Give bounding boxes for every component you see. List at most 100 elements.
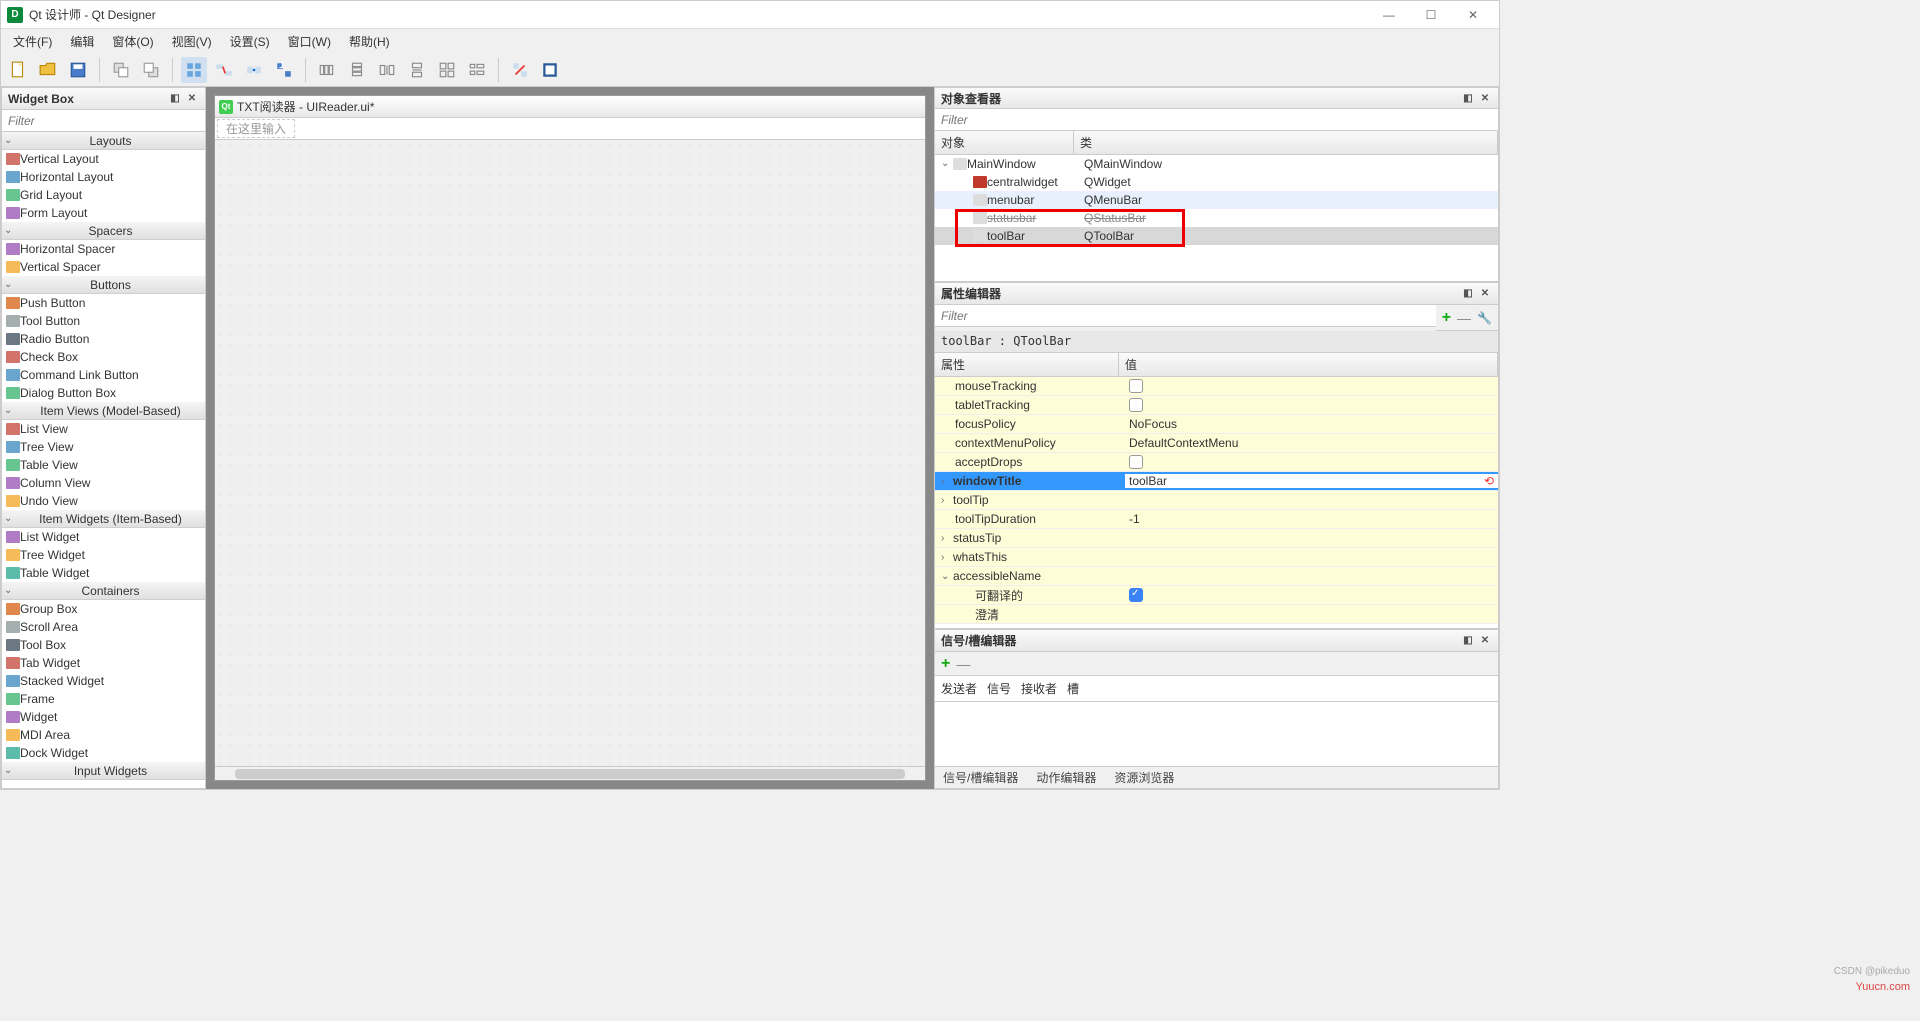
column-signal[interactable]: 信号 (987, 680, 1011, 697)
property-row[interactable]: mouseTracking (935, 377, 1498, 396)
menu-help[interactable]: 帮助(H) (341, 31, 398, 52)
property-row[interactable]: 可翻译的 (935, 586, 1498, 605)
widget-item[interactable]: Tab Widget (2, 654, 205, 672)
form-canvas[interactable] (215, 140, 925, 766)
category-header[interactable]: ⌄Item Views (Model-Based) (2, 402, 205, 420)
form-toolbar[interactable]: 在这里输入 (215, 118, 925, 140)
menu-edit[interactable]: 编辑 (62, 31, 102, 52)
float-icon[interactable]: ◧ (1461, 634, 1475, 648)
property-row[interactable]: toolTipDuration-1 (935, 510, 1498, 529)
layout-hsplit-icon[interactable] (374, 57, 400, 83)
widget-tree[interactable]: ⌄Layouts Vertical Layout Horizontal Layo… (2, 132, 205, 788)
widget-item[interactable]: Group Box (2, 600, 205, 618)
property-row[interactable]: acceptDrops (935, 453, 1498, 472)
widget-item[interactable]: Grid Layout (2, 186, 205, 204)
property-row[interactable]: ›windowTitle⟲ (935, 472, 1498, 491)
form-window[interactable]: Qt TXT阅读器 - UIReader.ui* 在这里输入 (214, 95, 926, 781)
widget-item[interactable]: Horizontal Spacer (2, 240, 205, 258)
widget-item[interactable]: Stacked Widget (2, 672, 205, 690)
widget-item[interactable]: Vertical Layout (2, 150, 205, 168)
column-value[interactable]: 值 (1119, 353, 1498, 376)
close-icon[interactable]: ✕ (185, 92, 199, 106)
object-inspector-filter[interactable] (935, 109, 1498, 130)
reset-icon[interactable]: ⟲ (1484, 474, 1494, 488)
widget-item[interactable]: Dialog Button Box (2, 384, 205, 402)
edit-signals-icon[interactable] (211, 57, 237, 83)
property-row[interactable]: ›statusTip (935, 529, 1498, 548)
widget-item[interactable]: Dock Widget (2, 744, 205, 762)
category-header[interactable]: ⌄Buttons (2, 276, 205, 294)
open-file-icon[interactable] (35, 57, 61, 83)
layout-vsplit-icon[interactable] (404, 57, 430, 83)
checkbox-icon[interactable] (1129, 455, 1143, 469)
new-file-icon[interactable] (5, 57, 31, 83)
column-slot[interactable]: 槽 (1067, 680, 1079, 697)
save-file-icon[interactable] (65, 57, 91, 83)
checkbox-icon[interactable] (1129, 588, 1143, 602)
widget-item[interactable]: Tree View (2, 438, 205, 456)
menu-file[interactable]: 文件(F) (5, 31, 60, 52)
maximize-button[interactable]: ☐ (1419, 5, 1443, 25)
widget-box-filter[interactable] (2, 110, 205, 132)
layout-form-icon[interactable] (464, 57, 490, 83)
category-header[interactable]: ⌄Containers (2, 582, 205, 600)
menu-window[interactable]: 窗口(W) (280, 31, 339, 52)
widget-item[interactable]: Radio Button (2, 330, 205, 348)
object-row[interactable]: toolBarQToolBar (935, 227, 1498, 245)
layout-grid-icon[interactable] (434, 57, 460, 83)
horizontal-scrollbar[interactable] (215, 766, 925, 780)
tab-signal-slot[interactable]: 信号/槽编辑器 (943, 769, 1018, 786)
column-receiver[interactable]: 接收者 (1021, 680, 1057, 697)
widget-item[interactable]: List Widget (2, 528, 205, 546)
config-icon[interactable]: 🔧 (1477, 311, 1492, 325)
float-icon[interactable]: ◧ (168, 92, 182, 106)
widget-item[interactable]: Table Widget (2, 564, 205, 582)
checkbox-icon[interactable] (1129, 398, 1143, 412)
property-row[interactable]: ⌄accessibleName (935, 567, 1498, 586)
minimize-button[interactable]: — (1377, 5, 1401, 25)
category-header[interactable]: ⌄Spacers (2, 222, 205, 240)
widget-item[interactable]: Form Layout (2, 204, 205, 222)
widget-item[interactable]: Check Box (2, 348, 205, 366)
menu-form[interactable]: 窗体(O) (104, 31, 161, 52)
widget-item[interactable]: Vertical Spacer (2, 258, 205, 276)
tab-resource-browser[interactable]: 资源浏览器 (1114, 769, 1174, 786)
toolbar-hint[interactable]: 在这里输入 (217, 119, 295, 138)
category-header[interactable]: ⌄Item Widgets (Item-Based) (2, 510, 205, 528)
widget-item[interactable]: Frame (2, 690, 205, 708)
widget-item[interactable]: Table View (2, 456, 205, 474)
property-row[interactable]: ›whatsThis (935, 548, 1498, 567)
property-row[interactable]: ›toolTip (935, 491, 1498, 510)
object-row[interactable]: menubarQMenuBar (935, 191, 1498, 209)
add-property-icon[interactable]: + (1442, 309, 1451, 327)
widget-item[interactable]: Widget (2, 708, 205, 726)
menu-view[interactable]: 视图(V) (164, 31, 220, 52)
category-header[interactable]: ⌄Layouts (2, 132, 205, 150)
widget-item[interactable]: List View (2, 420, 205, 438)
close-icon[interactable]: ✕ (1478, 287, 1492, 301)
column-property[interactable]: 属性 (935, 353, 1119, 376)
object-tree[interactable]: ⌄ MainWindowQMainWindow centralwidgetQWi… (935, 155, 1498, 281)
property-row[interactable]: tabletTracking (935, 396, 1498, 415)
tab-action-editor[interactable]: 动作编辑器 (1036, 769, 1096, 786)
remove-signal-icon[interactable]: — (956, 656, 970, 672)
remove-property-icon[interactable]: — (1457, 310, 1471, 326)
edit-tab-order-icon[interactable]: 1 (271, 57, 297, 83)
property-row[interactable]: contextMenuPolicyDefaultContextMenu (935, 434, 1498, 453)
bring-front-icon[interactable] (138, 57, 164, 83)
layout-horizontal-icon[interactable] (314, 57, 340, 83)
property-list[interactable]: mouseTrackingtabletTrackingfocusPolicyNo… (935, 377, 1498, 628)
widget-item[interactable]: Tool Box (2, 636, 205, 654)
widget-item[interactable]: Tool Button (2, 312, 205, 330)
column-class[interactable]: 类 (1074, 131, 1498, 154)
column-sender[interactable]: 发送者 (941, 680, 977, 697)
add-signal-icon[interactable]: + (941, 655, 950, 673)
widget-item[interactable]: Horizontal Layout (2, 168, 205, 186)
property-value-input[interactable] (1129, 474, 1484, 488)
close-icon[interactable]: ✕ (1478, 634, 1492, 648)
property-row[interactable]: 澄清 (935, 605, 1498, 624)
close-icon[interactable]: ✕ (1478, 91, 1492, 105)
widget-item[interactable]: Command Link Button (2, 366, 205, 384)
widget-item[interactable]: MDI Area (2, 726, 205, 744)
property-row[interactable]: focusPolicyNoFocus (935, 415, 1498, 434)
